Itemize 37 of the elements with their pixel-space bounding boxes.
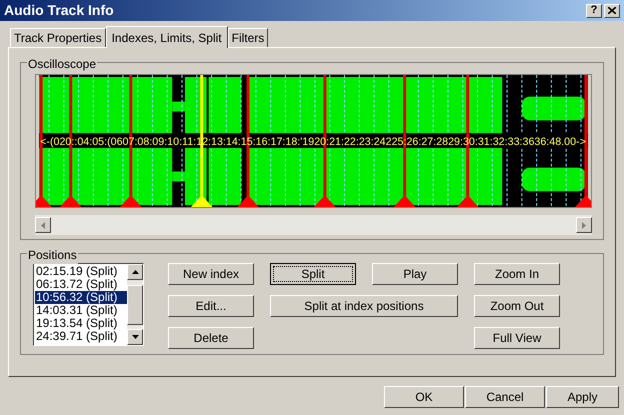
button[interactable]: Split — [270, 263, 356, 285]
close-button[interactable] — [604, 4, 620, 18]
list-item[interactable]: 06:13.72 (Split) — [35, 278, 127, 291]
list-item[interactable]: 10:56.32 (Split) — [35, 291, 127, 304]
scroll-down-button[interactable] — [127, 329, 143, 345]
button[interactable]: Play — [372, 263, 458, 285]
right-arrow-icon — [582, 222, 586, 228]
scroll-right-button[interactable] — [576, 217, 592, 233]
button[interactable]: Zoom In — [474, 263, 560, 285]
dialog-button[interactable]: OK — [384, 386, 464, 408]
list-item[interactable]: 19:13.54 (Split) — [35, 317, 127, 330]
dialog-button[interactable]: Cancel — [465, 386, 545, 408]
help-button[interactable]: ? — [586, 4, 602, 18]
button[interactable]: Zoom Out — [474, 295, 560, 317]
list-item[interactable]: 02:15.19 (Split) — [35, 265, 127, 278]
dialog-button[interactable]: Apply — [546, 386, 619, 408]
button[interactable]: Delete — [168, 327, 254, 349]
window-title: Audio Track Info — [4, 1, 115, 20]
scroll-thumb[interactable] — [127, 285, 143, 325]
up-arrow-icon — [132, 270, 138, 274]
close-icon — [608, 7, 616, 14]
tab[interactable]: Filters — [228, 28, 268, 47]
button[interactable]: Split at index positions — [270, 295, 458, 317]
tab[interactable]: Track Properties — [10, 28, 106, 47]
positions-list[interactable]: 02:15.19 (Split) 06:13.72 (Split) 10:56.32 (Split) 14:03.31 (Split) 19:13.54 (Split) 24:39.71 (Split) — [33, 263, 144, 346]
button[interactable]: New index — [168, 263, 254, 285]
list-item[interactable]: 24:39.71 (Split) — [35, 330, 127, 343]
button[interactable]: Edit... — [168, 295, 254, 317]
vertical-scrollbar[interactable] — [127, 264, 143, 345]
left-arrow-icon — [41, 222, 45, 228]
down-arrow-icon — [132, 335, 138, 339]
horizontal-scrollbar[interactable] — [35, 215, 592, 235]
scroll-left-button[interactable] — [35, 217, 51, 233]
list-item[interactable]: 14:03.31 (Split) — [35, 304, 127, 317]
button[interactable]: Full View — [474, 327, 560, 349]
tab[interactable]: Indexes, Limits, Split — [106, 26, 228, 48]
scroll-up-button[interactable] — [127, 264, 143, 280]
